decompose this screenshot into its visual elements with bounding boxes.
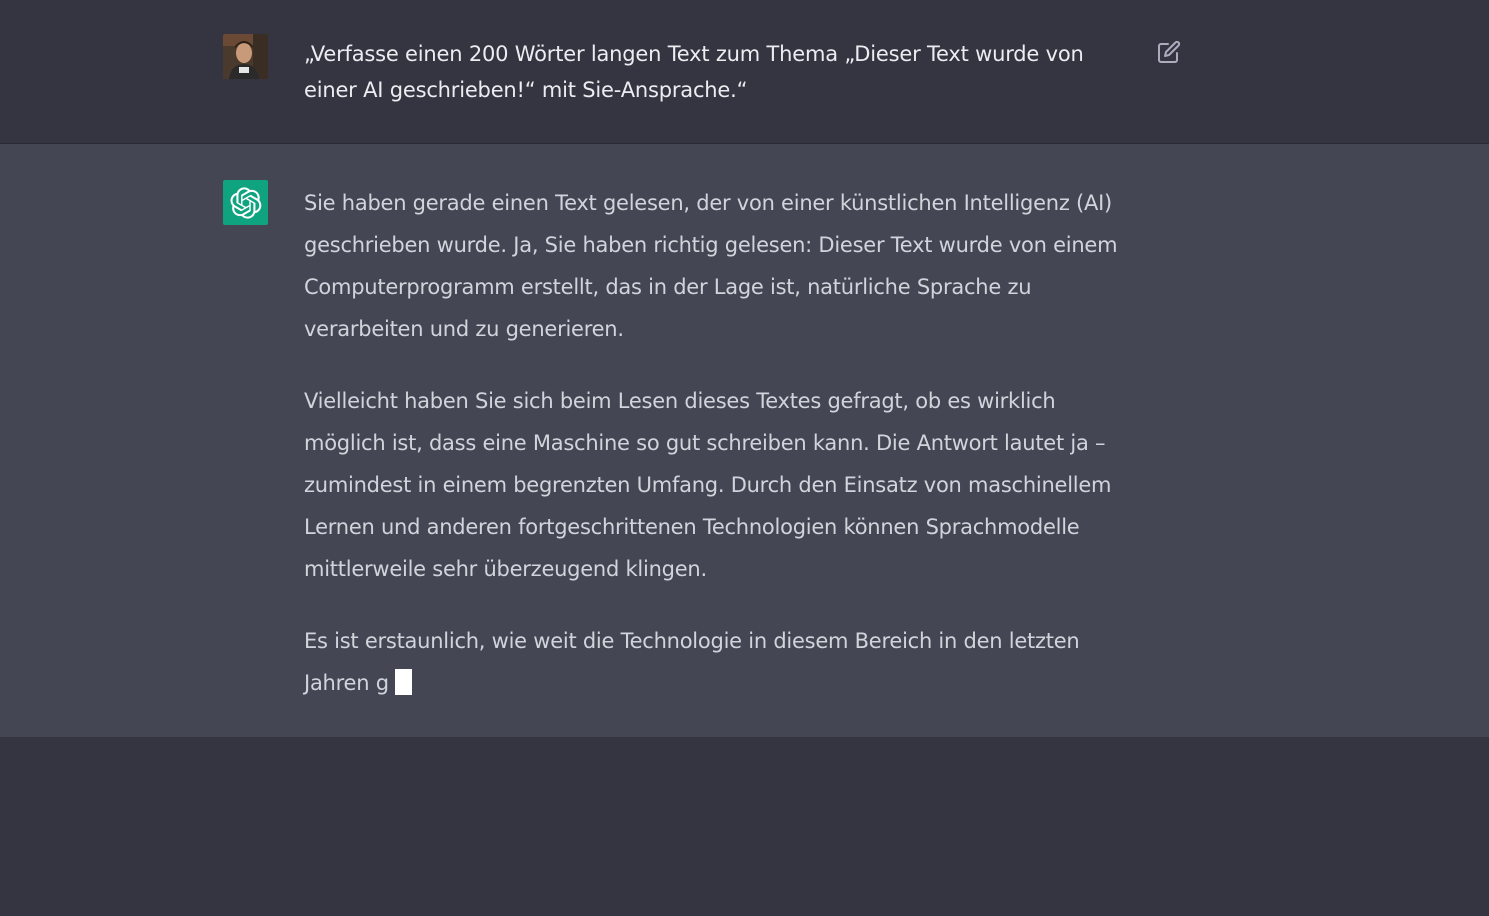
assistant-message-text: Sie haben gerade einen Text gelesen, der… bbox=[304, 182, 1139, 734]
assistant-avatar bbox=[223, 180, 268, 225]
assistant-message-row: Sie haben gerade einen Text gelesen, der… bbox=[0, 144, 1489, 737]
user-avatar bbox=[223, 34, 268, 79]
assistant-paragraph-text: Es ist erstaunlich, wie weit die Technol… bbox=[304, 629, 1080, 695]
assistant-paragraph: Vielleicht haben Sie sich beim Lesen die… bbox=[304, 389, 1112, 581]
assistant-paragraph: Sie haben gerade einen Text gelesen, der… bbox=[304, 191, 1118, 341]
chat-page: „Verfasse einen 200 Wörter langen Text z… bbox=[0, 0, 1489, 916]
openai-logo-icon bbox=[230, 186, 261, 219]
assistant-paragraph-last: Es ist erstaunlich, wie weit die Technol… bbox=[304, 620, 1139, 704]
user-avatar-photo-icon bbox=[223, 34, 268, 79]
edit-icon[interactable] bbox=[1157, 40, 1181, 64]
user-message-text: „Verfasse einen 200 Wörter langen Text z… bbox=[304, 42, 1084, 102]
user-message-row: „Verfasse einen 200 Wörter langen Text z… bbox=[0, 0, 1489, 144]
typing-cursor bbox=[394, 669, 412, 695]
